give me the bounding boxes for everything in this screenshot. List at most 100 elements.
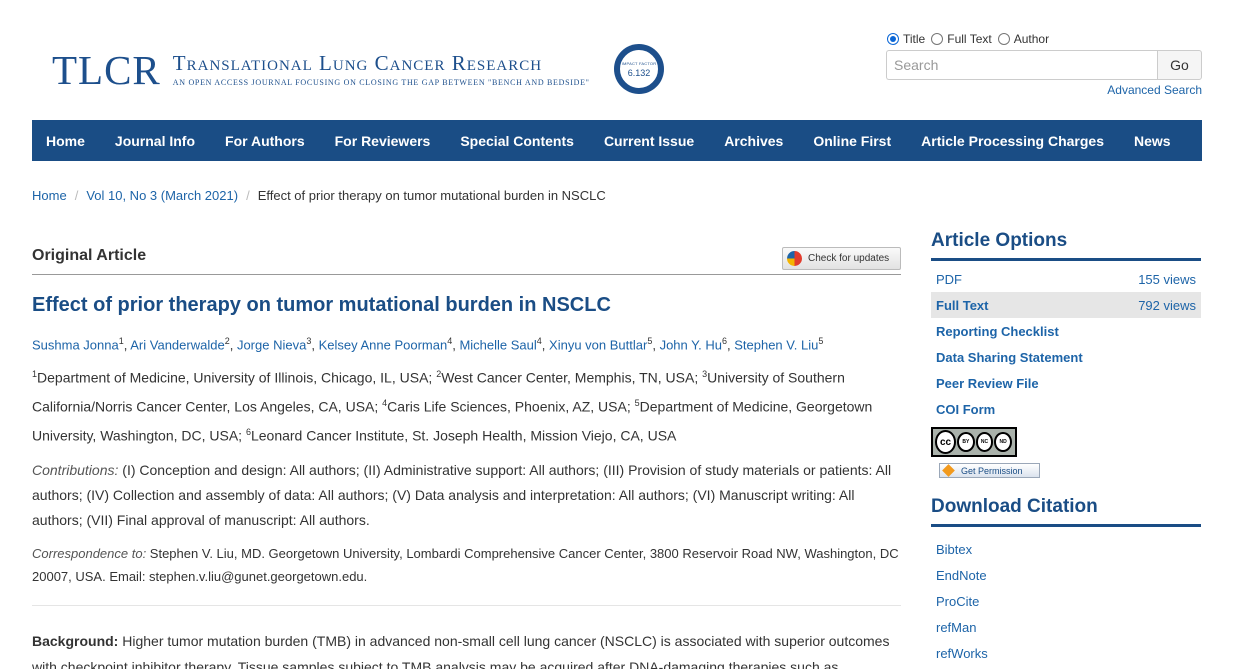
citation-refman[interactable]: refMan <box>931 614 1201 640</box>
advanced-search-link[interactable]: Advanced Search <box>1107 83 1202 97</box>
cc-icon: cc <box>935 430 957 454</box>
nav-special-contents[interactable]: Special Contents <box>460 133 574 149</box>
option-peer-review[interactable]: Peer Review File <box>931 370 1201 396</box>
sidebar: Article Options PDF 155 views Full Text … <box>931 230 1201 666</box>
option-label: Reporting Checklist <box>936 323 1059 339</box>
breadcrumb-separator: / <box>74 188 79 203</box>
contributions: Contributions: (I) Conception and design… <box>32 458 901 533</box>
citation-bibtex[interactable]: Bibtex <box>931 536 1201 562</box>
view-count: 792 views <box>1138 297 1196 313</box>
affiliations: 1Department of Medicine, University of I… <box>32 362 901 448</box>
nav-current-issue[interactable]: Current Issue <box>604 133 694 149</box>
get-permission-button[interactable]: Get Permission <box>939 463 1040 478</box>
seal-inner: IMPACT FACTOR 6.132 <box>619 49 659 89</box>
nav-journal-info[interactable]: Journal Info <box>115 133 195 149</box>
radio-author-label: Author <box>1013 32 1050 46</box>
article-type: Original Article <box>32 247 147 264</box>
correspondence: Correspondence to: Stephen V. Liu, MD. G… <box>32 542 901 588</box>
author-separator: , <box>311 337 319 353</box>
citation-endnote[interactable]: EndNote <box>931 562 1201 588</box>
breadcrumb-issue[interactable]: Vol 10, No 3 (March 2021) <box>86 188 238 203</box>
nav-online-first[interactable]: Online First <box>813 133 891 149</box>
cc-nd-label: ND <box>999 439 1007 445</box>
author-link[interactable]: Michelle Saul <box>459 337 536 352</box>
logo-abbr: TLCR <box>52 46 161 93</box>
nav-for-authors[interactable]: For Authors <box>225 133 305 149</box>
article-main: Original Article Check for updates Effec… <box>32 240 901 669</box>
radio-title[interactable] <box>887 33 899 45</box>
background-text: Higher tumor mutation burden (TMB) in ad… <box>32 633 890 669</box>
article-type-row: Original Article Check for updates <box>32 240 901 275</box>
citation-procite[interactable]: ProCite <box>931 588 1201 614</box>
option-label: Peer Review File <box>936 375 1039 391</box>
author-link[interactable]: Stephen V. Liu <box>734 337 818 352</box>
option-label: Full Text <box>936 297 989 313</box>
option-full-text[interactable]: Full Text 792 views <box>931 292 1201 318</box>
logo-name: Translational Lung Cancer Research <box>172 51 543 75</box>
cc-nd-icon: ND <box>994 432 1012 452</box>
search-option-fulltext[interactable]: Full Text <box>931 32 992 46</box>
article-title: Effect of prior therapy on tumor mutatio… <box>32 294 611 316</box>
main-nav: Home Journal Info For Authors For Review… <box>32 120 1202 161</box>
search-option-title[interactable]: Title <box>887 32 925 46</box>
download-citation-heading: Download Citation <box>931 496 1201 527</box>
journal-logo[interactable]: TLCR Translational Lung Cancer Research … <box>52 46 590 94</box>
option-label: COI Form <box>936 401 996 417</box>
option-reporting-checklist[interactable]: Reporting Checklist <box>931 318 1201 344</box>
option-coi-form[interactable]: COI Form <box>931 396 1201 422</box>
breadcrumb-current: Effect of prior therapy on tumor mutatio… <box>257 188 606 203</box>
search-option-author[interactable]: Author <box>997 32 1050 46</box>
author-separator: , <box>652 337 660 353</box>
option-data-sharing[interactable]: Data Sharing Statement <box>931 344 1201 370</box>
section-divider <box>32 605 901 607</box>
check-for-updates-button[interactable]: Check for updates <box>782 247 901 270</box>
breadcrumb: Home / Vol 10, No 3 (March 2021) / Effec… <box>32 188 606 203</box>
nav-archives[interactable]: Archives <box>724 133 783 149</box>
logo-text: Translational Lung Cancer Research An op… <box>172 51 590 88</box>
author-link[interactable]: Ari Vanderwalde <box>130 337 224 352</box>
correspondence-label: Correspondence to: <box>32 546 147 562</box>
option-pdf[interactable]: PDF 155 views <box>931 266 1201 292</box>
breadcrumb-home[interactable]: Home <box>32 188 67 203</box>
author-separator: , <box>229 337 237 353</box>
author-link[interactable]: John Y. Hu <box>660 337 722 352</box>
author-link[interactable]: Xinyu von Buttlar <box>549 337 647 352</box>
nav-news[interactable]: News <box>1134 133 1171 149</box>
cc-nc-icon: NC <box>975 432 994 452</box>
author-link[interactable]: Kelsey Anne Poorman <box>319 337 448 352</box>
author-sup: 5 <box>818 336 824 346</box>
crossmark-icon <box>787 251 802 266</box>
check-for-updates-label: Check for updates <box>808 253 890 264</box>
article-options-heading: Article Options <box>931 230 1201 261</box>
affiliation-text: Leonard Cancer Institute, St. Joseph Hea… <box>250 427 677 444</box>
contributions-text: (I) Conception and design: All authors; … <box>32 462 892 529</box>
author-list: Sushma Jonna1, Ari Vanderwalde2, Jorge N… <box>32 331 901 355</box>
cc-by-icon: BY <box>957 432 975 452</box>
background-label: Background: <box>32 633 119 650</box>
search-input[interactable] <box>886 50 1157 80</box>
creative-commons-license-badge[interactable]: cc BY NC ND <box>931 427 1017 457</box>
author-separator: , <box>541 337 550 353</box>
author-link[interactable]: Sushma Jonna <box>32 337 119 352</box>
nav-apc[interactable]: Article Processing Charges <box>921 133 1104 149</box>
option-label: Data Sharing Statement <box>936 349 1083 365</box>
author-link[interactable]: Jorge Nieva <box>237 337 306 352</box>
affiliation-text: Caris Life Sciences, Phoenix, AZ, USA; <box>387 398 635 415</box>
affiliation-text: West Cancer Center, Memphis, TN, USA; <box>441 369 703 386</box>
contributions-label: Contributions: <box>32 462 119 479</box>
view-count: 155 views <box>1138 271 1196 287</box>
breadcrumb-separator: / <box>246 188 250 203</box>
abstract-background: Background: Higher tumor mutation burden… <box>32 628 901 669</box>
radio-fulltext[interactable] <box>931 33 944 45</box>
nav-for-reviewers[interactable]: For Reviewers <box>335 133 431 149</box>
search-scope-options: Title Full Text Author <box>887 32 1055 46</box>
citation-refworks[interactable]: refWorks <box>931 640 1201 666</box>
radio-author[interactable] <box>997 33 1010 45</box>
nav-home[interactable]: Home <box>46 133 85 149</box>
correspondence-text: Stephen V. Liu, MD. Georgetown Universit… <box>32 546 899 585</box>
search-go-button[interactable]: Go <box>1157 50 1202 80</box>
impact-factor-label: IMPACT FACTOR <box>621 60 657 66</box>
radio-fulltext-label: Full Text <box>947 32 992 46</box>
cc-by-label: BY <box>962 439 970 445</box>
permission-icon <box>942 464 955 477</box>
